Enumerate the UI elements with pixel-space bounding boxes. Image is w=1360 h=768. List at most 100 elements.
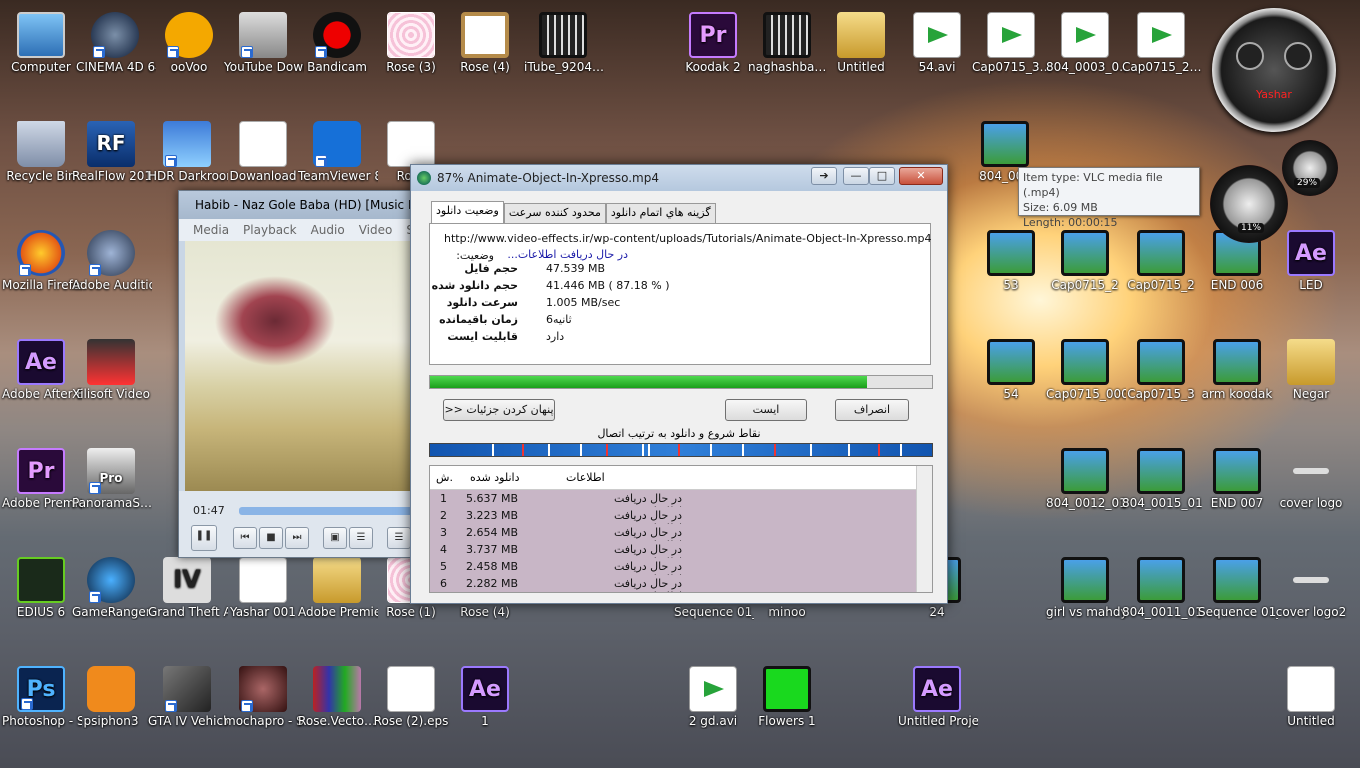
- desktop-icon[interactable]: Cap0715_3…: [970, 8, 1052, 112]
- desktop-icon[interactable]: Adobe Audition 1.5: [70, 226, 152, 330]
- tv-icon: [313, 121, 361, 167]
- minimize-to-tray-button[interactable]: ➔: [811, 167, 837, 185]
- desktop-icon[interactable]: Cap0715_000: [1044, 335, 1126, 439]
- desktop-icon[interactable]: Xilisoft Video Converter …: [70, 335, 152, 439]
- video-frame[interactable]: [185, 241, 415, 491]
- table-row[interactable]: 52.458 MBدر حال دريافت اطلاعات...: [430, 558, 932, 586]
- desktop-icon[interactable]: Ae Untitled Project: [896, 662, 978, 766]
- table-row[interactable]: 32.654 MBدر حال دريافت اطلاعات...: [430, 524, 932, 552]
- desktop-icon[interactable]: 54.avi: [896, 8, 978, 112]
- fullscreen-button[interactable]: ▣: [323, 527, 347, 549]
- desktop-icon[interactable]: 53: [970, 226, 1052, 330]
- pause-button[interactable]: ❚❚: [191, 525, 217, 551]
- extended-settings-button[interactable]: ☰: [349, 527, 373, 549]
- col-info[interactable]: اطلاعات: [566, 471, 605, 484]
- pan-icon: Pro: [87, 448, 135, 494]
- desktop-icon[interactable]: Flowers 1: [746, 662, 828, 766]
- desktop-icon-label: Dowanload: [229, 169, 297, 183]
- menu-playback[interactable]: Playback: [243, 223, 297, 237]
- tab-finish-options[interactable]: گزينه هاي اتمام دانلود: [605, 203, 716, 223]
- dialog-titlebar[interactable]: 87% Animate-Object-In-Xpresso.mp4 ➔ — □ …: [411, 165, 947, 191]
- desktop-icon[interactable]: Cap0715_2…: [1120, 8, 1202, 112]
- desktop-icon[interactable]: Cap0715_3: [1120, 335, 1202, 439]
- table-row[interactable]: 6 2.282 MB در حال دريافت اطلاعات...: [430, 575, 932, 592]
- previous-button[interactable]: ⏮: [233, 527, 257, 549]
- desktop-icon[interactable]: cover logo: [1270, 444, 1352, 548]
- vlc-player-window[interactable]: Habib - Naz Gole Baba (HD) [Music Iro Me…: [178, 190, 422, 558]
- clock-gadget[interactable]: Yashar: [1212, 8, 1336, 132]
- desktop-icon[interactable]: 804_0012_01: [1044, 444, 1126, 548]
- table-row[interactable]: 23.223 MBدر حال دريافت اطلاعات...: [430, 507, 932, 535]
- desktop-icon[interactable]: Yashar 001: [222, 553, 304, 657]
- desktop-icon[interactable]: Untitled: [1270, 662, 1352, 766]
- desktop-icon[interactable]: GameRanger: [70, 553, 152, 657]
- desktop-icon[interactable]: mochapro - Shortcut: [222, 662, 304, 766]
- table-row[interactable]: 15.637 MBدر حال دريافت اطلاعات...: [430, 490, 932, 518]
- cpu-meter-gadget[interactable]: 11%: [1210, 165, 1288, 243]
- desktop-icon[interactable]: GTA IV Vehicle M…: [146, 662, 228, 766]
- desktop-icon[interactable]: 804_0015_01: [1120, 444, 1202, 548]
- desktop-icon[interactable]: psiphon3: [70, 662, 152, 766]
- table-row[interactable]: 43.737 MBدر حال دريافت اطلاعات...: [430, 541, 932, 569]
- stop-button[interactable]: ■: [259, 527, 283, 549]
- tab-download-status[interactable]: وضعيت دانلود: [431, 201, 504, 223]
- icon-glyph: Ae: [469, 677, 501, 702]
- menu-audio[interactable]: Audio: [311, 223, 345, 237]
- desktop-icon[interactable]: Cap0715_2: [1044, 226, 1126, 330]
- cancel-download-button[interactable]: انصراف: [835, 399, 909, 421]
- desktop-icon[interactable]: Rose (3): [370, 8, 452, 112]
- desktop-icon[interactable]: Computer: [0, 8, 82, 112]
- hide-details-button[interactable]: پنهان كردن جزئيات <<: [443, 399, 555, 421]
- maximize-button[interactable]: □: [869, 167, 895, 185]
- desktop-icon[interactable]: naghashba…: [746, 8, 828, 112]
- desktop-icon[interactable]: iTube_9204… Crash Com…: [522, 8, 604, 112]
- desktop-icon[interactable]: 804_0011_01: [1120, 553, 1202, 657]
- col-downloaded[interactable]: دانلود شده: [470, 471, 520, 484]
- desktop-icon[interactable]: IV Grand Theft Auto IV: [146, 553, 228, 657]
- col-number[interactable]: ش.: [436, 471, 453, 484]
- desktop-icon[interactable]: Rose.Vecto…: [296, 662, 378, 766]
- info-label: سرعت دانلود: [446, 296, 518, 309]
- seek-bar[interactable]: [239, 507, 419, 515]
- memory-meter-gadget[interactable]: 29%: [1282, 140, 1338, 196]
- desktop-icon[interactable]: 2 gd.avi: [672, 662, 754, 766]
- desktop-icon[interactable]: Adobe Premiere P…: [296, 553, 378, 657]
- desktop-icon[interactable]: END 007: [1196, 444, 1278, 548]
- desktop-icon[interactable]: arm koodak: [1196, 335, 1278, 439]
- desktop-icon[interactable]: 54: [970, 335, 1052, 439]
- desktop-icon[interactable]: Rose (2).eps: [370, 662, 452, 766]
- desktop-icon[interactable]: Negar: [1270, 335, 1352, 439]
- desktop-icon[interactable]: Bandicam: [296, 8, 378, 112]
- desktop-icon[interactable]: Sequence 01_1: [1196, 553, 1278, 657]
- desktop-icon[interactable]: RF RealFlow 2013: [70, 117, 152, 221]
- table-scrollbar[interactable]: [916, 466, 932, 592]
- desktop-icon[interactable]: ooVoo: [148, 8, 230, 112]
- desktop-icon[interactable]: END 006: [1196, 226, 1278, 330]
- desktop-icon[interactable]: girl vs mahdy: [1044, 553, 1126, 657]
- next-button[interactable]: ⏭: [285, 527, 309, 549]
- vlc-titlebar[interactable]: Habib - Naz Gole Baba (HD) [Music Iro: [179, 191, 417, 219]
- menu-media[interactable]: Media: [193, 223, 229, 237]
- desktop-icon[interactable]: Untitled: [820, 8, 902, 112]
- download-progress-dialog[interactable]: 87% Animate-Object-In-Xpresso.mp4 ➔ — □ …: [410, 164, 948, 604]
- minimize-button[interactable]: —: [843, 167, 869, 185]
- desktop-icon[interactable]: CINEMA 4D 64 Bit: [74, 8, 156, 112]
- download-progress-bar: [429, 375, 933, 389]
- desktop-icon-label: Cap0715_2…: [1122, 60, 1202, 74]
- menu-video[interactable]: Video: [359, 223, 393, 237]
- shortcut-arrow-icon: [165, 700, 177, 712]
- desktop-icon[interactable]: Pro PanoramaS… 2 Pro: [70, 444, 152, 548]
- desktop-icon[interactable]: Cap0715_2: [1120, 226, 1202, 330]
- pause-download-button[interactable]: ايست: [725, 399, 807, 421]
- desktop-icon[interactable]: Pr Koodak 2: [672, 8, 754, 112]
- desktop-icon[interactable]: 804_0003_0…: [1044, 8, 1126, 112]
- desktop-icon[interactable]: YouTube Downloader: [222, 8, 304, 112]
- desktop-icon[interactable]: Rose (4): [444, 8, 526, 112]
- desktop-icon[interactable]: cover logo2: [1270, 553, 1352, 657]
- close-button[interactable]: ✕: [899, 167, 943, 185]
- desktop-icon[interactable]: Ae 1: [444, 662, 526, 766]
- desktop-icon[interactable]: Ae LED: [1270, 226, 1352, 330]
- tab-speed-limiter[interactable]: محدود كننده سرعت: [503, 203, 606, 223]
- segment-marker: [548, 444, 550, 456]
- playlist-button[interactable]: ☰: [387, 527, 411, 549]
